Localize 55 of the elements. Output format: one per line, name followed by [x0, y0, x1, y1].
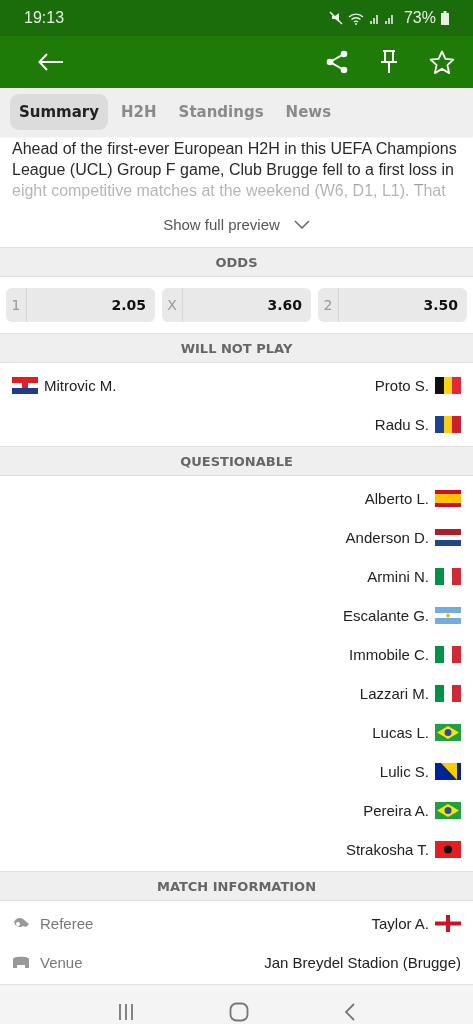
player-name: Lucas L. — [372, 724, 429, 741]
player-name: Mitrovic M. — [44, 377, 117, 394]
preview-text: Ahead of the first-ever European H2H in this UEFA Champions League (UCL) Group F game, Club Brugge fell to a first loss in eight competitive matches at the weekend (W6, D1, L1). That — [11, 139, 458, 201]
player-name: Strakosha T. — [345, 841, 429, 858]
flag-icon — [435, 416, 461, 433]
player-name: Pereira A. — [363, 802, 429, 819]
player-name: Alberto L. — [364, 490, 429, 507]
share-icon — [325, 50, 349, 74]
star-icon — [429, 49, 455, 75]
player-name: Armini N. — [367, 568, 429, 585]
flag-icon — [435, 841, 461, 858]
mute-icon — [328, 11, 343, 25]
back-icon — [343, 1003, 356, 1021]
recent-apps-icon — [117, 1003, 136, 1021]
section-header: ODDS — [0, 247, 473, 277]
battery-icon — [441, 11, 449, 25]
tab[interactable]: Summary — [10, 94, 109, 130]
player-name: Anderson D. — [345, 529, 429, 546]
pin-icon — [379, 50, 399, 74]
player-name: Lulic S. — [379, 763, 429, 780]
info-value: Taylor A. — [371, 915, 429, 932]
flag-icon — [435, 529, 461, 546]
flag-icon — [435, 490, 461, 507]
info-label: Venue — [40, 954, 83, 971]
player-name: Lazzari M. — [359, 685, 429, 702]
flag-icon — [435, 763, 461, 780]
player-name: Proto S. — [374, 377, 429, 394]
show-full-preview-button[interactable]: Show full preview — [159, 212, 314, 237]
flag-icon — [435, 915, 461, 932]
wifi-icon — [347, 11, 364, 25]
battery-level: 73% — [403, 9, 436, 27]
section-header: WILL NOT PLAY — [0, 333, 473, 363]
status-time: 19:13 — [24, 9, 65, 27]
odds-button[interactable]: 2 3.50 — [318, 288, 467, 322]
section-header: QUESTIONABLE — [0, 446, 473, 476]
flag-icon — [435, 568, 461, 585]
flag-icon — [435, 377, 461, 394]
chevron-down-icon — [293, 220, 310, 229]
info-label: Referee — [40, 915, 94, 932]
flag-icon — [435, 646, 461, 663]
flag-icon — [435, 685, 461, 702]
player-name: Escalante G. — [343, 607, 429, 624]
section-header: MATCH INFORMATION — [0, 871, 473, 901]
flag-icon — [435, 607, 461, 624]
odds-button[interactable]: X 3.60 — [162, 288, 311, 322]
flag-icon — [435, 802, 461, 819]
info-value: Jan Breydel Stadion (Brugge) — [264, 954, 461, 971]
flag-icon — [12, 377, 38, 394]
player-name: Immobile C. — [348, 646, 429, 663]
flag-icon — [435, 724, 461, 741]
home-icon — [229, 1002, 250, 1022]
back-arrow-icon — [38, 53, 64, 71]
stadium-icon — [12, 954, 30, 971]
odds-button[interactable]: 1 2.05 — [6, 288, 155, 322]
player-name: Radu S. — [374, 416, 429, 433]
